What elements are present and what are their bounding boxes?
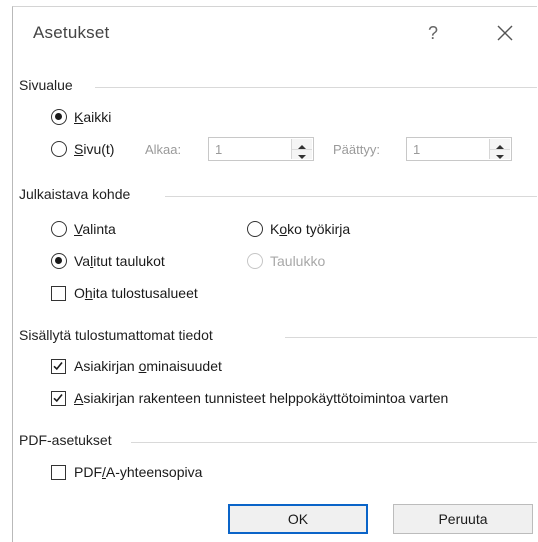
checkbox-box [51, 285, 66, 301]
radio-all-pages-label: Kaikki [74, 109, 112, 125]
non-printing-info-divider [285, 337, 537, 338]
options-dialog: Asetukset ? Sivualue Kaikki Sivu(t) Alka… [12, 6, 537, 542]
radio-indicator [51, 141, 67, 157]
radio-indicator [51, 221, 67, 237]
checkbox-structure-tags[interactable]: Asiakirjan rakenteen tunnisteet helppokä… [51, 390, 448, 406]
checkmark-icon [53, 393, 63, 402]
radio-selection[interactable]: Valinta [51, 221, 116, 237]
radio-entire-workbook[interactable]: Koko työkirja [247, 221, 350, 237]
checkbox-ignore-print-areas[interactable]: Ohita tulostusalueet [51, 285, 198, 301]
checkbox-box [51, 358, 66, 374]
close-button[interactable] [491, 19, 519, 47]
spinner-arrows [489, 139, 510, 159]
cancel-button[interactable]: Peruuta [393, 504, 533, 534]
help-button[interactable]: ? [421, 21, 445, 45]
radio-pages[interactable]: Sivu(t) [51, 141, 114, 157]
pdf-options-divider [131, 442, 537, 443]
ok-button[interactable]: OK [228, 504, 368, 534]
checkbox-ignore-print-areas-label: Ohita tulostusalueet [74, 285, 198, 301]
dialog-title: Asetukset [33, 23, 110, 42]
spinner-arrows [291, 139, 312, 159]
publish-what-title: Julkaistava kohde [19, 186, 131, 202]
checkbox-document-properties[interactable]: Asiakirjan ominaisuudet [51, 358, 222, 374]
checkbox-box [51, 464, 66, 480]
radio-indicator [51, 253, 67, 269]
radio-pages-label: Sivu(t) [74, 141, 115, 157]
page-range-title: Sivualue [19, 77, 73, 93]
radio-table[interactable]: Taulukko [247, 253, 325, 269]
checkbox-pdfa-compliant[interactable]: PDF/A-yhteensopiva [51, 464, 202, 480]
publish-what-divider [165, 196, 537, 197]
radio-selected-sheets[interactable]: Valitut taulukot [51, 253, 165, 269]
radio-indicator [51, 109, 67, 125]
page-range-divider [95, 87, 537, 88]
from-page-value: 1 [215, 142, 223, 157]
checkbox-structure-tags-label: Asiakirjan rakenteen tunnisteet helppokä… [74, 390, 449, 406]
from-page-spinner[interactable]: 1 [208, 137, 314, 161]
radio-selection-label: Valinta [74, 221, 116, 237]
radio-all-pages[interactable]: Kaikki [51, 109, 111, 125]
to-page-value: 1 [413, 142, 421, 157]
caret-down-icon [298, 155, 306, 159]
checkbox-pdfa-compliant-label: PDF/A-yhteensopiva [74, 464, 203, 480]
close-icon [497, 25, 513, 41]
checkbox-box [51, 390, 66, 406]
radio-selected-sheets-label: Valitut taulukot [74, 253, 165, 269]
from-label: Alkaa: [145, 142, 182, 157]
checkbox-document-properties-label: Asiakirjan ominaisuudet [74, 358, 222, 374]
non-printing-info-title: Sisällytä tulostumattomat tiedot [19, 327, 213, 343]
radio-indicator [247, 253, 263, 269]
spin-down-button[interactable] [292, 149, 312, 159]
caret-down-icon [496, 155, 504, 159]
radio-table-label: Taulukko [270, 253, 326, 269]
radio-indicator [247, 221, 263, 237]
pdf-options-title: PDF-asetukset [19, 432, 112, 448]
to-page-spinner[interactable]: 1 [406, 137, 512, 161]
checkmark-icon [53, 361, 63, 370]
to-label: Päättyy: [333, 142, 380, 157]
title-bar: Asetukset ? [13, 7, 537, 59]
radio-entire-workbook-label: Koko työkirja [270, 221, 351, 237]
spin-down-button[interactable] [490, 149, 510, 159]
